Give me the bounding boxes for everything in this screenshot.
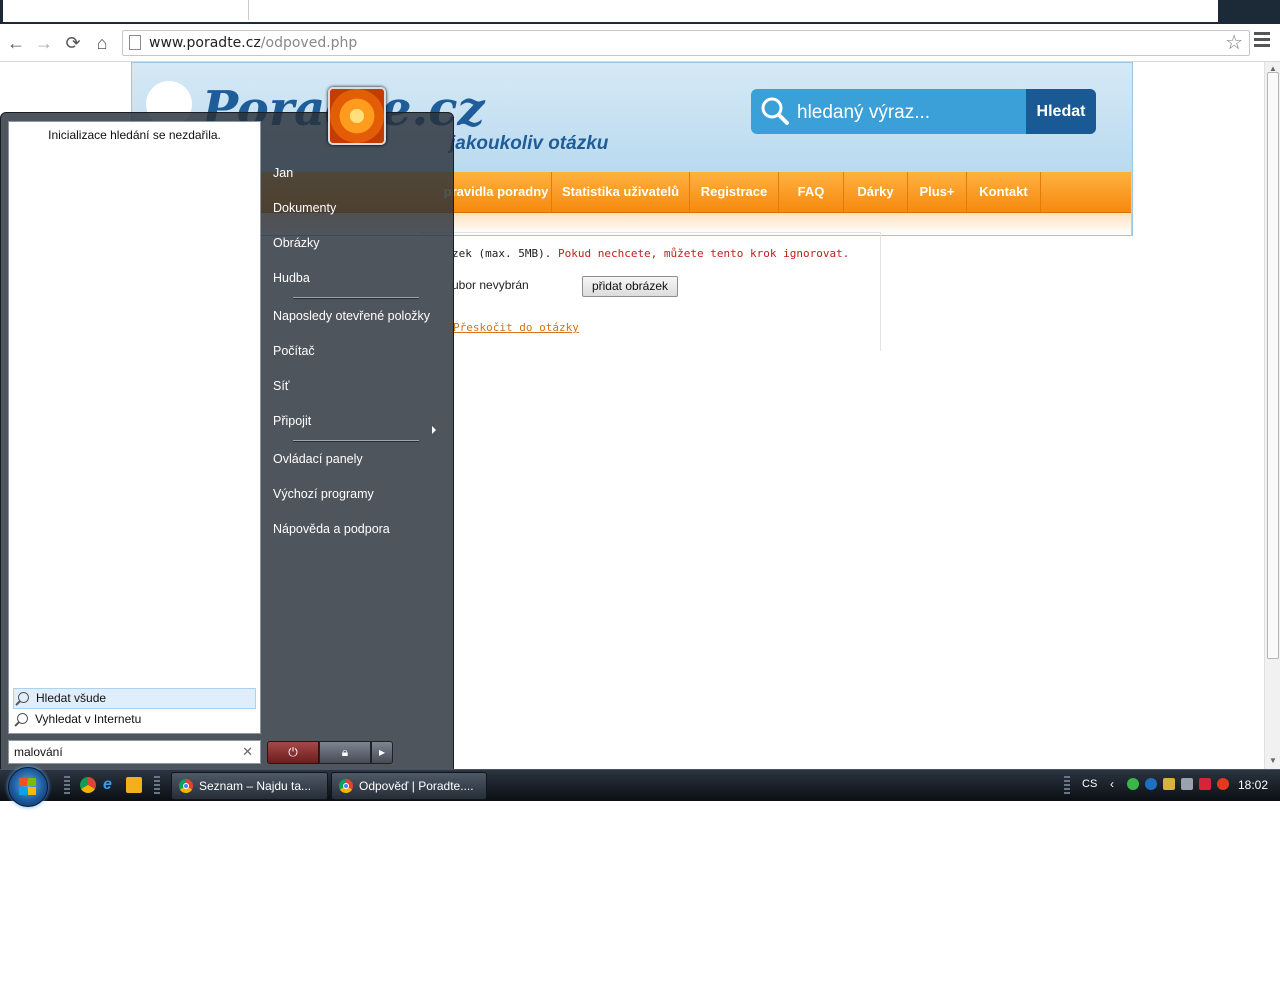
url-host: www.poradte.cz xyxy=(149,35,261,51)
skip-link[interactable]: Přeskočit do otázky xyxy=(453,321,579,334)
language-indicator[interactable]: CS xyxy=(1082,778,1097,790)
acrobat-tray-icon[interactable] xyxy=(1199,778,1211,790)
site-tagline: jakoukoliv otázku xyxy=(450,133,609,154)
start-item-computer[interactable]: Počítač xyxy=(273,344,315,358)
power-buttons: ⏻ 🔒︎ ▸ xyxy=(267,741,394,764)
url-path: /odpoved.php xyxy=(260,35,358,51)
search-icon xyxy=(17,713,28,724)
user-avatar[interactable] xyxy=(328,87,386,145)
upload-note: Pokud nechcete, můžete tento krok ignoro… xyxy=(557,247,850,260)
network-tray-icon[interactable] xyxy=(1145,778,1157,790)
address-bar[interactable]: www.poradte.cz/odpoved.php ☆ xyxy=(122,30,1250,56)
nav-plus[interactable]: Plus+ xyxy=(908,172,967,212)
start-item-pictures[interactable]: Obrázky xyxy=(273,236,320,250)
reload-icon[interactable]: ⟳ xyxy=(62,32,84,54)
chrome-icon xyxy=(179,779,193,793)
chrome-icon xyxy=(339,779,353,793)
browser-menu-icon[interactable] xyxy=(1254,32,1270,50)
browser-tab[interactable] xyxy=(3,0,249,20)
nav-registrace[interactable]: Registrace xyxy=(690,172,779,212)
url-text: www.poradte.cz/odpoved.php xyxy=(149,35,357,51)
site-search-input[interactable]: hledaný výraz... xyxy=(797,102,930,124)
bookmark-star-icon[interactable]: ☆ xyxy=(1225,31,1243,55)
chrome-quicklaunch-icon[interactable] xyxy=(80,777,96,793)
start-search-value: malování xyxy=(14,745,63,759)
vertical-scrollbar[interactable]: ▲ ▼ xyxy=(1264,62,1280,770)
show-hidden-icons[interactable]: ‹ xyxy=(1110,777,1114,791)
task-label: Seznam – Najdu ta... xyxy=(199,779,312,793)
nav-pravidla[interactable]: pravidla poradny xyxy=(441,172,552,212)
back-icon[interactable]: ← xyxy=(5,32,27,54)
start-item-control-panel[interactable]: Ovládací panely xyxy=(273,452,363,466)
tray-grip[interactable] xyxy=(1064,776,1070,796)
system-tray: CS ‹ 18:02 xyxy=(1064,770,1280,801)
start-divider xyxy=(293,297,419,299)
search-failed-message: Inicializace hledání se nezdařila. xyxy=(48,128,221,142)
home-icon[interactable]: ⌂ xyxy=(91,32,113,54)
power-icon[interactable]: ⏻ xyxy=(267,741,319,764)
scroll-thumb[interactable] xyxy=(1267,72,1279,659)
browser-toolbar: ← → ⟳ ⌂ www.poradte.cz/odpoved.php ☆ xyxy=(0,24,1280,62)
search-internet[interactable]: Vyhledat v Internetu xyxy=(13,710,254,729)
add-image-button[interactable]: přidat obrázek xyxy=(582,276,678,297)
search-icon xyxy=(18,692,29,703)
start-item-connect[interactable]: Připojit xyxy=(273,414,311,428)
clock[interactable]: 18:02 xyxy=(1238,778,1268,792)
scroll-down-icon[interactable]: ▼ xyxy=(1269,756,1277,765)
upload-text: zek (max. 5MB). xyxy=(452,247,552,260)
page-icon xyxy=(129,35,141,50)
nav-statistika[interactable]: Statistika uživatelů xyxy=(552,172,690,212)
nav-faq[interactable]: FAQ xyxy=(779,172,844,212)
task-poradte[interactable]: Odpověď | Poradte.... xyxy=(331,772,487,800)
start-item-network[interactable]: Síť xyxy=(273,379,290,393)
start-menu: Inicializace hledání se nezdařila. Hleda… xyxy=(0,87,454,771)
nav-darky[interactable]: Dárky xyxy=(844,172,908,212)
start-item-help[interactable]: Nápověda a podpora xyxy=(273,522,390,536)
taskbar: e Seznam – Najdu ta... Odpověď | Poradte… xyxy=(0,767,1280,807)
search-internet-label: Vyhledat v Internetu xyxy=(35,712,142,726)
clear-search-icon[interactable]: ✕ xyxy=(242,744,253,760)
upload-instructions: zek (max. 5MB). Pokud nechcete, můžete t… xyxy=(452,247,849,260)
start-left-pane: Inicializace hledání se nezdařila. Hleda… xyxy=(8,121,261,734)
browser-title-strip xyxy=(0,0,1280,24)
start-item-user[interactable]: Jan xyxy=(273,166,293,180)
start-item-default-programs[interactable]: Výchozí programy xyxy=(273,487,374,501)
nav-kontakt[interactable]: Kontakt xyxy=(967,172,1041,212)
connection-tray-icon[interactable] xyxy=(1181,778,1193,790)
task-label: Odpověď | Poradte.... xyxy=(359,779,474,793)
internet-explorer-icon[interactable]: e xyxy=(103,777,119,793)
shield-tray-icon[interactable] xyxy=(1163,778,1175,790)
taskbar-grip[interactable] xyxy=(154,776,160,796)
forward-icon[interactable]: → xyxy=(33,32,55,54)
site-search-button[interactable]: Hledat xyxy=(1026,89,1096,134)
search-everywhere-label: Hledat všude xyxy=(36,691,107,705)
power-options-arrow-icon[interactable]: ▸ xyxy=(371,741,393,764)
antivirus-tray-icon[interactable] xyxy=(1217,778,1229,790)
start-divider xyxy=(293,440,419,442)
taskbar-grip[interactable] xyxy=(64,776,70,796)
lock-icon[interactable]: 🔒︎ xyxy=(319,741,371,764)
start-button[interactable] xyxy=(8,767,48,807)
search-everywhere[interactable]: Hledat všude xyxy=(13,688,256,709)
search-icon xyxy=(761,97,789,125)
clover-tray-icon[interactable] xyxy=(1127,778,1139,790)
windows-logo-icon xyxy=(19,778,37,796)
start-item-music[interactable]: Hudba xyxy=(273,271,310,285)
media-player-icon[interactable] xyxy=(126,777,142,793)
submenu-arrow-icon xyxy=(432,426,436,434)
site-search: hledaný výraz... Hledat xyxy=(751,89,1096,134)
task-seznam[interactable]: Seznam – Najdu ta... xyxy=(171,772,328,800)
start-item-recent[interactable]: Naposledy otevřené položky xyxy=(273,309,430,323)
file-status: ubor nevybrán xyxy=(452,278,529,292)
start-search-input[interactable]: malování ✕ xyxy=(8,740,261,764)
start-item-documents[interactable]: Dokumenty xyxy=(273,201,336,215)
